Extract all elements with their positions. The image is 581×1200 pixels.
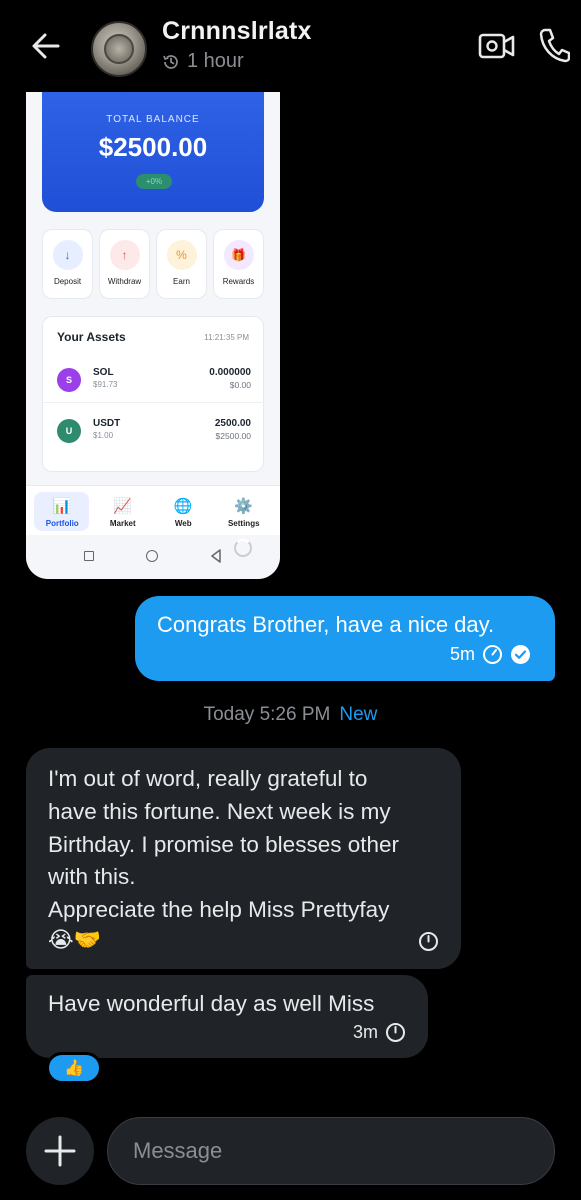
trend-chart-icon: 📈 [113, 498, 133, 515]
asset-usd-value: $0.00 [229, 380, 251, 390]
globe-icon: 🌐 [173, 498, 193, 515]
gift-icon: 🎁 [223, 240, 254, 270]
balance-label: TOTAL BALANCE [106, 114, 200, 125]
incoming-message-bubble[interactable]: I'm out of word, really grateful to have… [26, 748, 461, 969]
percent-icon: % [166, 240, 197, 270]
assets-time: 11:21:35 PM [204, 333, 249, 342]
video-call-icon[interactable] [478, 30, 516, 62]
gear-icon: ⚙️ [234, 498, 254, 515]
asset-usd-value: $2500.00 [215, 431, 251, 441]
asset-price: $91.73 [93, 380, 118, 389]
asset-name: USDT [93, 418, 121, 429]
message-input[interactable] [133, 1136, 533, 1166]
rewards-action: 🎁 Rewards [213, 229, 264, 299]
nav-label: Settings [227, 519, 260, 528]
balance-change-badge: +0% [136, 174, 172, 189]
new-messages-label: New [339, 704, 378, 725]
deposit-action: ↓ Deposit [42, 229, 93, 299]
contact-name[interactable]: Crnnnslrlatx [162, 17, 312, 46]
arrow-up-icon: ↑ [109, 240, 140, 270]
action-label: Deposit [53, 277, 82, 286]
assets-card: Your Assets 11:21:35 PM S SOL $91.73 0.0… [42, 316, 265, 472]
coin-icon [104, 34, 134, 64]
usdt-token-icon: U [57, 419, 81, 443]
home-icon [146, 550, 158, 562]
message-text: Have wonderful day as well Miss [48, 991, 375, 1016]
message-emoji: 😭🤝 [48, 927, 102, 952]
balance-card: TOTAL BALANCE $2500.00 +0% [42, 92, 264, 212]
shared-screenshot-image[interactable]: TOTAL BALANCE $2500.00 +0% ↓ Deposit ↑ W… [26, 92, 280, 579]
last-seen-text: 1 hour [187, 50, 244, 72]
action-label: Rewards [222, 277, 255, 286]
phone-call-icon[interactable] [538, 27, 571, 63]
add-attachment-button[interactable] [26, 1117, 94, 1185]
nav-label: Portfolio [45, 519, 79, 528]
last-seen: 1 hour [162, 50, 244, 73]
chat-header: Crnnnslrlatx 1 hour [0, 0, 581, 92]
recents-icon [84, 551, 94, 561]
nav-label: Web [174, 519, 192, 528]
asset-row: S SOL $91.73 0.000000 $0.00 [43, 359, 265, 403]
history-icon [163, 54, 178, 69]
earn-action: % Earn [156, 229, 207, 299]
arrow-down-icon: ↓ [52, 240, 83, 270]
nav-settings: ⚙️ Settings [214, 486, 275, 535]
sol-token-icon: S [57, 368, 81, 392]
message-text: Congrats Brother, have a nice day. [157, 612, 495, 637]
timer-icon [419, 932, 438, 951]
message-time: 5m [449, 644, 475, 664]
message-meta: 3m [353, 1022, 406, 1043]
loading-spinner-icon [234, 539, 252, 557]
asset-amount: 0.000000 [209, 367, 251, 378]
timer-icon [483, 645, 502, 664]
message-composer[interactable] [107, 1117, 555, 1185]
asset-price: $1.00 [93, 431, 114, 440]
app-bottom-nav: 📊 Portfolio 📈 Market 🌐 Web ⚙️ Settings [26, 485, 280, 535]
bar-chart-icon: 📊 [52, 498, 72, 515]
day-separator: Today 5:26 PM New [0, 704, 581, 726]
balance-value: $2500.00 [98, 132, 208, 162]
avatar[interactable] [91, 21, 147, 77]
day-separator-text: Today 5:26 PM [203, 704, 331, 725]
plus-icon [44, 1135, 76, 1167]
action-label: Withdraw [107, 277, 142, 286]
nav-web: 🌐 Web [153, 486, 214, 535]
read-check-icon [511, 645, 530, 664]
action-label: Earn [173, 277, 190, 286]
asset-name: SOL [93, 367, 114, 378]
withdraw-action: ↑ Withdraw [99, 229, 150, 299]
back-triangle-icon [211, 549, 221, 563]
back-arrow-icon[interactable] [28, 28, 64, 64]
nav-portfolio: 📊 Portfolio [32, 486, 93, 535]
thumbs-up-reaction[interactable]: 👍 [46, 1052, 102, 1084]
nav-market: 📈 Market [93, 486, 154, 535]
nav-label: Market [109, 519, 136, 528]
timer-icon [386, 1023, 405, 1042]
message-meta: 5m [450, 644, 531, 665]
assets-title: Your Assets [57, 330, 126, 344]
message-time: 3m [352, 1022, 378, 1042]
android-system-bar [26, 535, 280, 579]
incoming-message-bubble[interactable]: Have wonderful day as well Miss 3m [26, 975, 428, 1058]
message-text: I'm out of word, really grateful to have… [48, 766, 399, 923]
asset-row: U USDT $1.00 2500.00 $2500.00 [43, 410, 265, 454]
message-meta [418, 931, 439, 952]
quick-actions: ↓ Deposit ↑ Withdraw % Earn 🎁 Rewards [42, 229, 264, 299]
outgoing-message-bubble[interactable]: Congrats Brother, have a nice day. 5m [135, 596, 555, 681]
asset-amount: 2500.00 [214, 418, 251, 429]
